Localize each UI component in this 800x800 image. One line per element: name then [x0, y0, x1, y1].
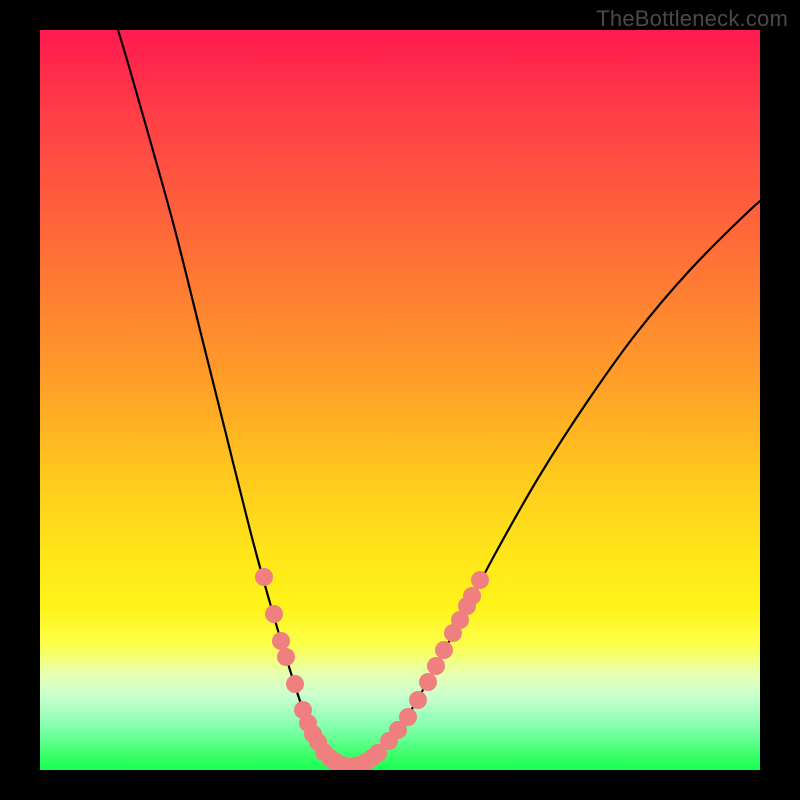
marker-dot: [399, 708, 417, 726]
marker-dot: [427, 657, 445, 675]
marker-dot: [463, 587, 481, 605]
marker-dot: [435, 641, 453, 659]
marker-dot: [471, 571, 489, 589]
marker-dot: [286, 675, 304, 693]
bottleneck-markers: [40, 30, 760, 770]
marker-dot: [255, 568, 273, 586]
watermark-label: TheBottleneck.com: [596, 6, 788, 32]
marker-dot: [419, 673, 437, 691]
marker-dot: [409, 691, 427, 709]
marker-dot: [272, 632, 290, 650]
marker-dot: [265, 605, 283, 623]
chart-canvas: TheBottleneck.com: [0, 0, 800, 800]
plot-area: [40, 30, 760, 770]
marker-dot: [277, 648, 295, 666]
